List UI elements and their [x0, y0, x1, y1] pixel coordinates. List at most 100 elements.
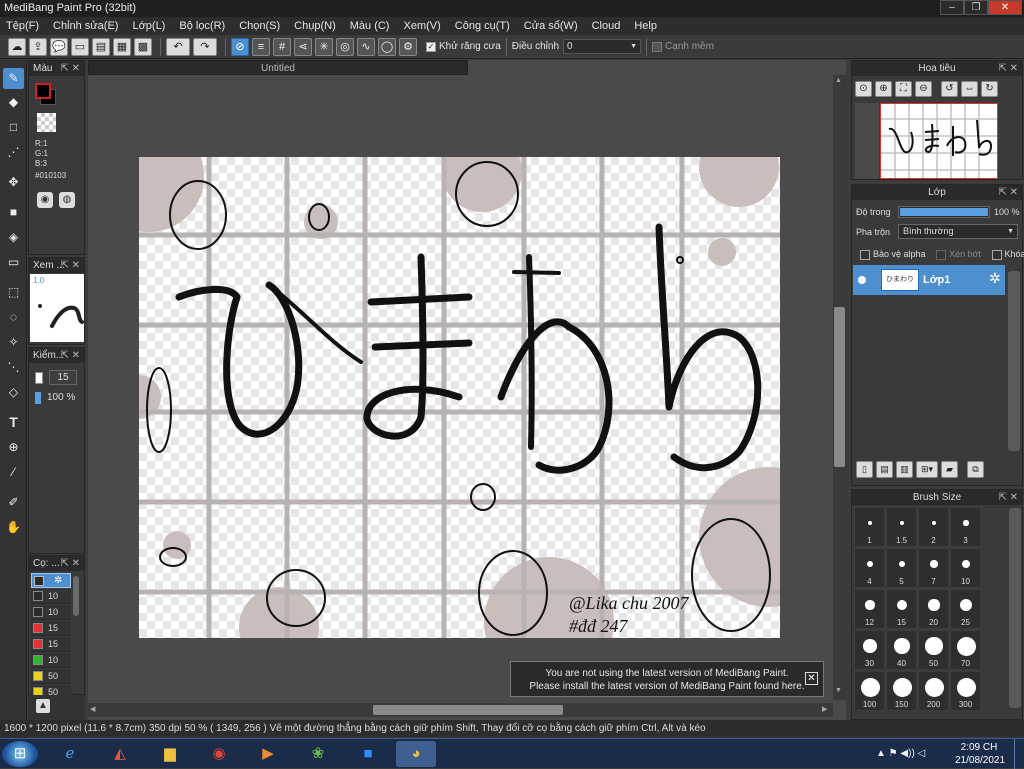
opacity-slider-icon[interactable]: [35, 392, 41, 404]
size-slider-icon[interactable]: [35, 372, 43, 384]
brush-size-cell[interactable]: 25: [950, 589, 981, 629]
visibility-icon[interactable]: [858, 276, 866, 284]
divide-tool-icon[interactable]: ⊕: [3, 437, 24, 458]
flip-icon[interactable]: ⇔: [961, 81, 978, 97]
curve-snap-icon[interactable]: ∿: [357, 38, 375, 56]
new-8bit-layer-icon[interactable]: ▥: [896, 461, 913, 478]
adjust-dropdown[interactable]: 0 ▼: [563, 39, 641, 54]
brush-size-cell[interactable]: 200: [918, 671, 949, 711]
brush-tool-icon[interactable]: ✎: [3, 68, 24, 89]
menu-select[interactable]: Chọn(S): [239, 20, 280, 32]
menu-tools[interactable]: Công cụ(T): [455, 20, 510, 32]
select-pen-icon[interactable]: ⋱: [3, 357, 24, 378]
horizontal-scrollbar[interactable]: ◀ ▶: [88, 703, 833, 717]
rotate-right-icon[interactable]: ↻: [981, 81, 998, 97]
menu-snap[interactable]: Chụp(N): [294, 20, 336, 32]
brush-size-cell[interactable]: 20: [918, 589, 949, 629]
cloud-icon[interactable]: ☁: [8, 38, 26, 56]
select-eraser-icon[interactable]: ◇: [3, 382, 24, 403]
brush-size-cell[interactable]: 10: [950, 548, 981, 588]
file-explorer-icon[interactable]: ▆: [150, 741, 190, 767]
soft-edge-checkbox[interactable]: [652, 42, 662, 52]
document-tab[interactable]: Untitled: [88, 60, 468, 75]
circle-snap-icon[interactable]: ◎: [336, 38, 354, 56]
panel-expand-icon[interactable]: ⇱ ✕: [998, 61, 1018, 76]
antialias-checkbox[interactable]: ✓: [426, 42, 436, 52]
menu-window[interactable]: Cửa sổ(W): [524, 20, 578, 32]
brush-gear-icon[interactable]: ✲: [54, 575, 62, 586]
redo-icon[interactable]: ↷: [193, 38, 217, 56]
brush-size-scrollbar[interactable]: [1009, 508, 1021, 708]
vertical-scrollbar[interactable]: ▲ ▼: [833, 75, 846, 700]
app-icon[interactable]: ◭: [100, 741, 140, 767]
brush-size-cell[interactable]: 40: [886, 630, 917, 670]
chat-icon[interactable]: ▭: [71, 38, 89, 56]
menu-file[interactable]: Tệp(F): [6, 20, 39, 32]
brush-list-item[interactable]: 15: [31, 621, 71, 636]
layer-gear-icon[interactable]: ✲: [989, 270, 1001, 287]
new-halftone-layer-icon[interactable]: ▤: [876, 461, 893, 478]
bucket-icon[interactable]: ◈: [3, 227, 24, 248]
panel-expand-icon[interactable]: ⇱ ✕: [998, 490, 1018, 505]
layer-row[interactable]: ひまわり Lớp1 ✲: [853, 265, 1005, 295]
layer-scrollbar[interactable]: [1008, 271, 1020, 451]
foreground-color-swatch[interactable]: [35, 83, 51, 99]
menu-layer[interactable]: Lớp(L): [132, 20, 165, 32]
brush-size-cell[interactable]: 1: [854, 507, 885, 547]
document-icon[interactable]: ▤: [92, 38, 110, 56]
lock-checkbox[interactable]: [992, 250, 1002, 260]
panel-expand-icon[interactable]: ⇱ ✕: [998, 185, 1018, 200]
brush-size-cell[interactable]: 7: [918, 548, 949, 588]
brush-size-cell[interactable]: 1.5: [886, 507, 917, 547]
minimize-button[interactable]: –: [940, 0, 964, 15]
restore-button[interactable]: ❐: [964, 0, 988, 15]
menu-cloud[interactable]: Cloud: [592, 20, 621, 32]
clock[interactable]: 2:09 CH 21/08/2021: [955, 742, 1003, 766]
navigator-thumbnail[interactable]: [880, 103, 998, 179]
dot-tool-icon[interactable]: ⋰: [3, 142, 24, 163]
zoom-app-icon[interactable]: ■: [348, 741, 388, 767]
brush-size-cell[interactable]: 4: [854, 548, 885, 588]
brush-list-item-selected[interactable]: ✲: [31, 573, 71, 588]
brush-list-scrollbar[interactable]: [73, 576, 79, 616]
panel-expand-icon[interactable]: ⇱ ✕: [60, 348, 80, 363]
scroll-right-icon[interactable]: ▶: [822, 705, 827, 713]
start-button-icon[interactable]: ⊞: [2, 741, 38, 767]
transparent-swatch[interactable]: [37, 113, 56, 132]
brush-list-item[interactable]: 10: [31, 589, 71, 604]
media-player-icon[interactable]: ▶: [248, 741, 288, 767]
eraser-tool-icon[interactable]: ◆: [3, 92, 24, 113]
zoom-icon[interactable]: ⊙: [855, 81, 872, 97]
brush-size-cell[interactable]: 150: [886, 671, 917, 711]
brush-size-cell[interactable]: 30: [854, 630, 885, 670]
layout-icon[interactable]: ▦: [113, 38, 131, 56]
panel-expand-icon[interactable]: ⇱ ✕: [60, 61, 80, 76]
magic-wand-icon[interactable]: ✧: [3, 332, 24, 353]
brush-size-cell[interactable]: 3: [950, 507, 981, 547]
comment-icon[interactable]: 💬: [50, 38, 68, 56]
brush-size-cell[interactable]: 12: [854, 589, 885, 629]
alpha-protect-checkbox[interactable]: [860, 250, 870, 260]
lasso-icon[interactable]: ◌: [3, 307, 24, 328]
vertical-scroll-thumb[interactable]: [834, 307, 845, 467]
gradient-icon[interactable]: ▭: [3, 252, 24, 273]
snap-settings-icon[interactable]: ⚙: [399, 38, 417, 56]
scroll-left-icon[interactable]: ◀: [90, 705, 95, 713]
eyedropper-icon[interactable]: ⁄: [3, 462, 24, 483]
layer-opacity-slider[interactable]: [898, 206, 990, 218]
dropper-icon[interactable]: ✐: [3, 492, 24, 513]
scroll-up-icon[interactable]: ▲: [835, 77, 842, 84]
brush-list-item[interactable]: 50: [31, 669, 71, 684]
text-tool-icon[interactable]: T: [3, 412, 24, 433]
rotate-left-icon[interactable]: ↺: [941, 81, 958, 97]
move-tool-icon[interactable]: ✥: [3, 172, 24, 193]
show-desktop-button[interactable]: [1014, 739, 1024, 769]
close-button[interactable]: ✕: [988, 0, 1022, 15]
parallel-snap-icon[interactable]: ≡: [252, 38, 270, 56]
menu-color[interactable]: Màu (C): [350, 20, 390, 32]
menu-filter[interactable]: Bộ lọc(R): [179, 20, 225, 32]
close-icon[interactable]: ✕: [805, 672, 818, 685]
menu-help[interactable]: Help: [634, 20, 657, 32]
brush-size-cell[interactable]: 50: [918, 630, 949, 670]
new-layer-icon[interactable]: ▯: [856, 461, 873, 478]
